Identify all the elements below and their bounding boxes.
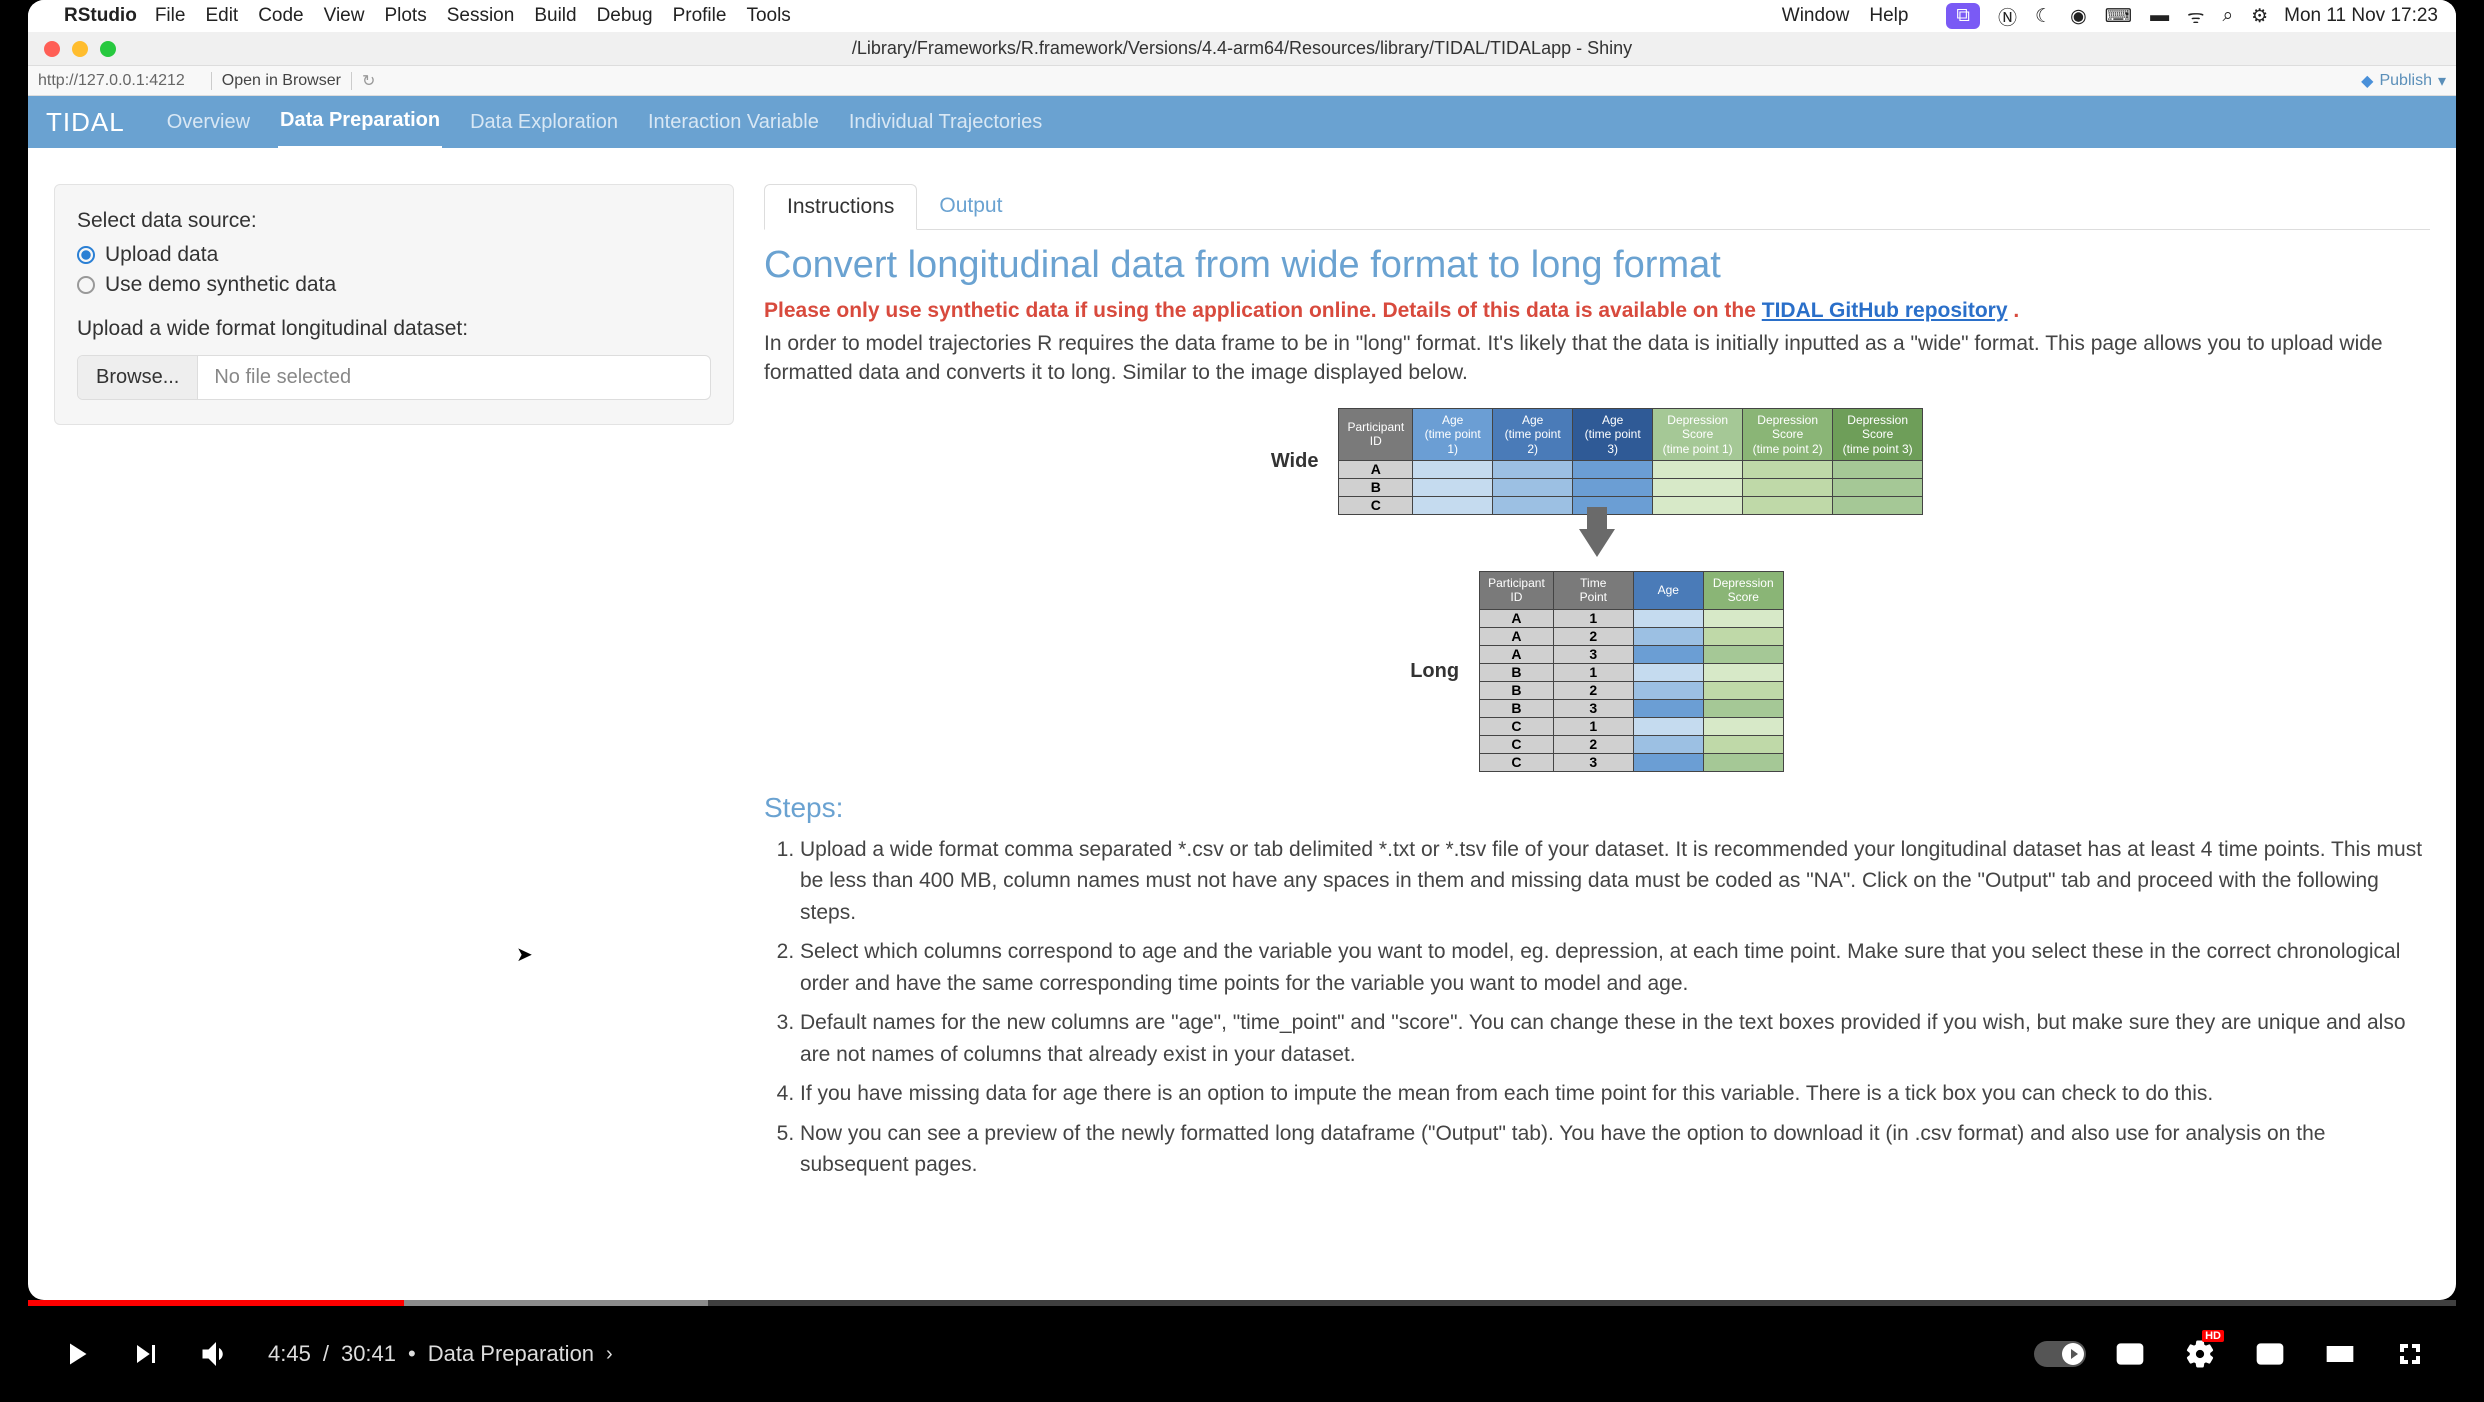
description-text: In order to model trajectories R require… — [764, 329, 2430, 388]
chapter-name[interactable]: Data Preparation — [428, 1341, 594, 1367]
record-icon[interactable]: ◉ — [2070, 5, 2087, 28]
wide-table: Participant IDAge (time point 1)Age (tim… — [1338, 408, 1923, 515]
miniplayer-button[interactable] — [2244, 1328, 2296, 1380]
menu-help[interactable]: Help — [1869, 5, 1908, 27]
nav-data-preparation[interactable]: Data Preparation — [278, 95, 442, 149]
radio-demo-data[interactable]: Use demo synthetic data — [77, 273, 711, 297]
window-titlebar: /Library/Frameworks/R.framework/Versions… — [28, 32, 2456, 66]
page-heading: Convert longitudinal data from wide form… — [764, 244, 2430, 287]
tab-instructions[interactable]: Instructions — [764, 184, 917, 230]
step-item: Default names for the new columns are "a… — [800, 1007, 2430, 1070]
menu-edit[interactable]: Edit — [205, 5, 238, 27]
file-input[interactable]: Browse... No file selected — [77, 355, 711, 400]
data-source-label: Select data source: — [77, 209, 711, 233]
notion-icon[interactable]: Ⓝ — [1998, 3, 2017, 30]
app-navbar: TIDAL Overview Data Preparation Data Exp… — [28, 96, 2456, 148]
moon-icon[interactable]: ☾ — [2035, 5, 2052, 28]
nav-interaction-variable[interactable]: Interaction Variable — [646, 97, 821, 148]
arrow-down-icon — [1579, 529, 1615, 557]
warning-text: Please only use synthetic data if using … — [764, 299, 2430, 323]
menu-profile[interactable]: Profile — [673, 5, 727, 27]
radio-upload-data[interactable]: Upload data — [77, 243, 711, 267]
menu-window[interactable]: Window — [1782, 5, 1850, 27]
play-button[interactable] — [48, 1326, 104, 1382]
github-link[interactable]: TIDAL GitHub repository — [1762, 299, 2008, 322]
nav-overview[interactable]: Overview — [165, 97, 252, 148]
menu-session[interactable]: Session — [447, 5, 515, 27]
svg-text:CC: CC — [2122, 1348, 2140, 1362]
long-label: Long — [1410, 660, 1459, 683]
step-item: Now you can see a preview of the newly f… — [800, 1118, 2430, 1181]
long-table: ParticipantIDTimePointAgeDepressionScore… — [1479, 571, 1784, 772]
file-status: No file selected — [198, 356, 367, 399]
menu-tools[interactable]: Tools — [746, 5, 790, 27]
mac-menubar: RStudio File Edit Code View Plots Sessio… — [28, 0, 2456, 32]
settings-button[interactable]: HD — [2174, 1328, 2226, 1380]
window-title: /Library/Frameworks/R.framework/Versions… — [852, 38, 1632, 59]
steps-list: Upload a wide format comma separated *.c… — [764, 834, 2430, 1181]
app-brand[interactable]: TIDAL — [46, 107, 125, 138]
wifi-icon[interactable]: ᯤ — [2187, 3, 2204, 29]
tabset: Instructions Output — [764, 184, 2430, 230]
tab-output[interactable]: Output — [917, 184, 1024, 229]
refresh-icon[interactable]: ↻ — [362, 71, 375, 91]
menu-debug[interactable]: Debug — [597, 5, 653, 27]
step-item: Select which columns correspond to age a… — [800, 936, 2430, 999]
fullscreen-button[interactable] — [2384, 1328, 2436, 1380]
publish-button[interactable]: ◆ Publish ▾ — [2361, 71, 2446, 91]
menu-file[interactable]: File — [155, 5, 186, 27]
menubar-datetime[interactable]: Mon 11 Nov 17:23 — [2284, 5, 2438, 27]
time-display: 4:45/30:41 • Data Preparation › — [268, 1341, 613, 1367]
captions-button[interactable]: CC — [2104, 1328, 2156, 1380]
screen-record-icon[interactable]: ⧉ — [1946, 3, 1980, 29]
autoplay-toggle[interactable] — [2034, 1328, 2086, 1380]
shiny-url: http://127.0.0.1:4212 — [38, 72, 185, 90]
steps-heading: Steps: — [764, 792, 2430, 824]
minimize-window-button[interactable] — [72, 41, 88, 57]
keyboard-icon[interactable]: ⌨ — [2105, 5, 2132, 28]
control-center-icon[interactable]: ⚙ — [2251, 5, 2268, 28]
progress-bar[interactable] — [28, 1300, 2456, 1306]
close-window-button[interactable] — [44, 41, 60, 57]
video-player-controls: 4:45/30:41 • Data Preparation › CC HD — [28, 1300, 2456, 1402]
step-item: Upload a wide format comma separated *.c… — [800, 834, 2430, 929]
radio-icon — [77, 246, 95, 264]
nav-individual-trajectories[interactable]: Individual Trajectories — [847, 97, 1044, 148]
sidebar-panel: Select data source: Upload data Use demo… — [54, 184, 734, 425]
open-browser-button[interactable]: Open in Browser — [222, 72, 341, 90]
rstudio-toolbar: http://127.0.0.1:4212 Open in Browser ↻ … — [28, 66, 2456, 96]
wide-label: Wide — [1271, 450, 1319, 473]
upload-label: Upload a wide format longitudinal datase… — [77, 317, 711, 341]
wide-long-diagram: Wide Participant IDAge (time point 1)Age… — [764, 408, 2430, 772]
maximize-window-button[interactable] — [100, 41, 116, 57]
menu-plots[interactable]: Plots — [384, 5, 426, 27]
menu-code[interactable]: Code — [258, 5, 303, 27]
radio-icon — [77, 276, 95, 294]
menubar-app-name[interactable]: RStudio — [64, 5, 137, 27]
browse-button[interactable]: Browse... — [78, 356, 198, 399]
battery-icon[interactable]: ▬ — [2150, 5, 2169, 27]
menu-view[interactable]: View — [324, 5, 365, 27]
volume-button[interactable] — [188, 1326, 244, 1382]
step-item: If you have missing data for age there i… — [800, 1078, 2430, 1110]
chevron-right-icon[interactable]: › — [606, 1343, 613, 1366]
menu-build[interactable]: Build — [534, 5, 576, 27]
main-panel: Instructions Output Convert longitudinal… — [764, 184, 2430, 1189]
next-button[interactable] — [118, 1326, 174, 1382]
search-icon[interactable]: ⌕ — [2222, 5, 2233, 27]
nav-data-exploration[interactable]: Data Exploration — [468, 97, 620, 148]
theater-button[interactable] — [2314, 1328, 2366, 1380]
progress-played — [28, 1300, 404, 1306]
